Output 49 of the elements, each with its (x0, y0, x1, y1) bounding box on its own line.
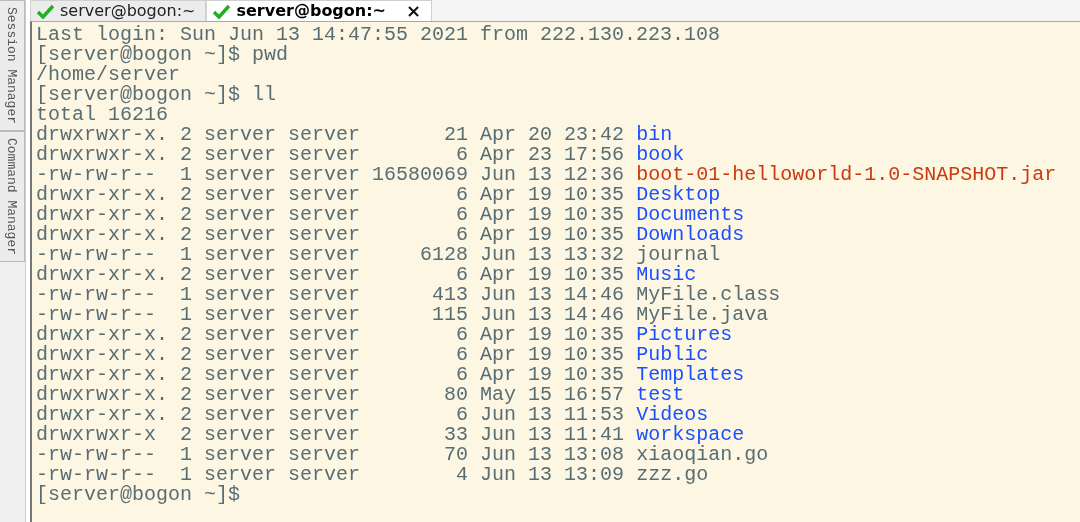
file-details: drwxrwxr-x. 2 server server 80 May 15 16:57 (36, 383, 625, 406)
file-details: -rw-rw-r-- 1 server server 70 Jun 13 13:08 (36, 443, 625, 466)
file-name: Pictures (636, 323, 733, 346)
terminal-text: [server@bogon ~]$ (36, 483, 241, 506)
close-button[interactable]: × (392, 2, 422, 20)
terminal-text: total 16216 (36, 103, 169, 126)
file-details: drwxr-xr-x. 2 server server 6 Apr 19 10:35 (36, 223, 625, 246)
file-details: drwxrwxr-x. 2 server server 21 Apr 20 23:42 (36, 123, 625, 146)
file-details: drwxrwxr-x 2 server server 33 Jun 13 11:41 (36, 423, 625, 446)
side-panel-tab[interactable]: Command Manager (0, 131, 25, 263)
terminal-text: [server@bogon ~]$ pwd (36, 43, 289, 66)
terminal-text: /home/server (36, 63, 181, 86)
file-name: zzz.go (636, 463, 709, 486)
file-name: Videos (636, 403, 709, 426)
session-tab[interactable]: server@bogon:~ × (206, 0, 433, 21)
file-details: drwxr-xr-x. 2 server server 6 Apr 19 10:35 (36, 343, 625, 366)
file-details: drwxr-xr-x. 2 server server 6 Apr 19 10:35 (36, 323, 625, 346)
file-name: journal (636, 243, 721, 266)
file-name: Documents (636, 203, 745, 226)
file-details: drwxr-xr-x. 2 server server 6 Apr 19 10:35 (36, 263, 625, 286)
file-details: drwxr-xr-x. 2 server server 6 Apr 19 10:35 (36, 203, 625, 226)
file-name: test (636, 383, 685, 406)
file-name: MyFile.class (636, 283, 781, 306)
file-details: drwxr-xr-x. 2 server server 6 Apr 19 10:35 (36, 183, 625, 206)
file-details: -rw-rw-r-- 1 server server 6128 Jun 13 13:32 (36, 243, 625, 266)
file-name: workspace (636, 423, 745, 446)
file-name: Desktop (636, 183, 721, 206)
file-name: Public (636, 343, 709, 366)
terminal-text: Last login: Sun Jun 13 14:47:55 2021 from 222.130.223.108 (36, 23, 721, 46)
file-name: book (636, 143, 685, 166)
checkmark-icon (37, 3, 54, 19)
file-name: bin (636, 123, 673, 146)
file-name: boot-01-helloworld-1.0-SNAPSHOT.jar (636, 163, 1057, 186)
file-name: Downloads (636, 223, 745, 246)
session-tab[interactable]: server@bogon:~ (30, 0, 207, 21)
file-name: Music (636, 263, 697, 286)
file-name: MyFile.java (636, 303, 769, 326)
file-details: -rw-rw-r-- 1 server server 413 Jun 13 14:46 (36, 283, 625, 306)
file-details: -rw-rw-r-- 1 server server 4 Jun 13 13:09 (36, 463, 625, 486)
file-name: xiaoqian.go (636, 443, 769, 466)
file-details: drwxrwxr-x. 2 server server 6 Apr 23 17:56 (36, 143, 625, 166)
file-details: drwxr-xr-x. 2 server server 6 Apr 19 10:35 (36, 363, 625, 386)
side-panel-tab[interactable]: Session Manager (0, 0, 25, 132)
file-details: drwxr-xr-x. 2 server server 6 Jun 13 11:53 (36, 403, 625, 426)
checkmark-icon (213, 3, 231, 19)
file-details: -rw-rw-r-- 1 server server 115 Jun 13 14:46 (36, 303, 625, 326)
terminal-text: [server@bogon ~]$ ll (36, 83, 277, 106)
file-details: -rw-rw-r-- 1 server server 16580069 Jun 13 12:36 (36, 163, 625, 186)
file-name: Templates (636, 363, 745, 386)
